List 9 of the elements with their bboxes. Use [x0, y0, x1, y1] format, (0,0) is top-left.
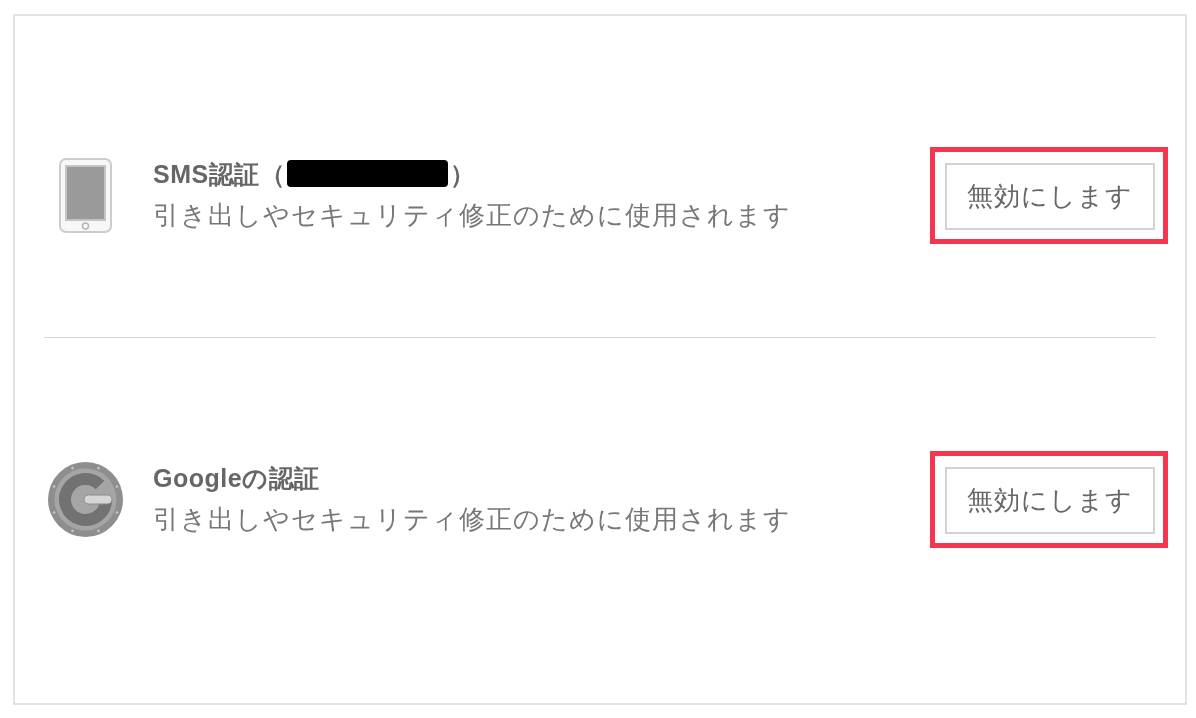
title-end: ）	[450, 158, 476, 189]
method-description: 引き出しやセキュリティ修正のために使用されます	[153, 502, 791, 536]
disable-button[interactable]: 無効にします	[945, 163, 1155, 230]
smartphone-icon	[58, 158, 112, 233]
authenticator-icon	[47, 462, 123, 537]
method-description: 引き出しやセキュリティ修正のために使用されます	[153, 198, 791, 232]
method-title: Googleの認証	[153, 462, 320, 493]
disable-button[interactable]: 無効にします	[945, 467, 1155, 534]
method-title: SMS認証（	[153, 158, 286, 189]
